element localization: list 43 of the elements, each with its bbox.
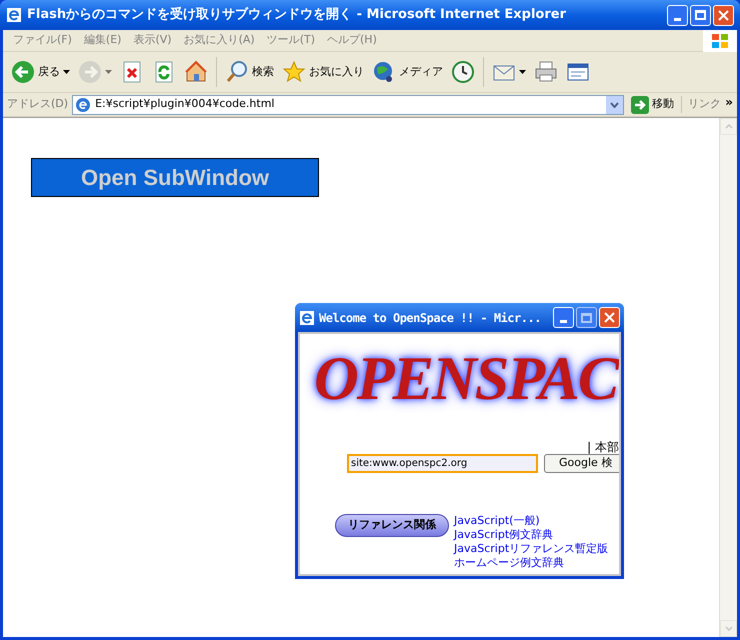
minimize-button[interactable] <box>553 307 574 328</box>
site-logo: OPENSPAC <box>314 348 618 410</box>
go-button[interactable]: 移動 <box>628 96 678 114</box>
open-subwindow-button[interactable]: Open SubWindow <box>31 158 319 197</box>
maximize-button[interactable] <box>690 4 711 26</box>
search-field[interactable]: site:www.openspc2.org <box>347 454 538 473</box>
search-button[interactable]: 検索 <box>223 56 276 88</box>
nav-text[interactable]: | 本部 <box>587 438 619 456</box>
browser-icon <box>6 7 22 23</box>
chevron-down-icon <box>724 626 732 631</box>
clock-icon <box>451 60 475 84</box>
links-label[interactable]: リンク <box>681 96 722 113</box>
window-title: Welcome to OpenSpace !! - Micr... <box>319 310 542 326</box>
chevron-down-icon <box>610 102 620 108</box>
printer-icon <box>534 60 558 84</box>
page-icon <box>75 96 92 112</box>
minimize-button[interactable] <box>667 4 688 26</box>
back-button[interactable]: 戻る <box>9 56 72 88</box>
dropdown-button[interactable] <box>606 96 624 114</box>
address-field[interactable]: E:¥script¥plugin¥004¥code.html <box>72 94 624 114</box>
link[interactable]: JavaScript例文辞典 <box>454 528 608 542</box>
media-button[interactable]: メディア <box>370 56 445 88</box>
close-button[interactable] <box>599 307 620 328</box>
browser-icon <box>299 310 315 326</box>
address-label: アドレス(D) <box>7 96 68 112</box>
more-chevron[interactable]: » <box>725 93 733 111</box>
maximize-button[interactable] <box>576 307 597 328</box>
link[interactable]: ホームページ例文辞典 <box>454 556 608 570</box>
home-icon <box>184 60 208 84</box>
google-search-button[interactable]: Google 検 <box>544 454 619 473</box>
star-icon <box>282 60 306 84</box>
windows-logo-icon <box>703 30 737 52</box>
close-button[interactable] <box>713 4 734 26</box>
reference-button[interactable]: リファレンス関係 <box>335 514 449 537</box>
favorites-button[interactable]: お気に入り <box>280 56 366 88</box>
close-icon <box>718 10 729 20</box>
arrow-right-icon <box>631 96 650 114</box>
link[interactable]: JavaScript(一般) <box>454 514 608 528</box>
window-title: Flashからのコマンドを受け取りサブウィンドウを開く - Microsoft Internet Explorer <box>27 6 567 24</box>
chevron-up-icon <box>724 124 732 129</box>
search-icon <box>225 60 249 84</box>
link[interactable]: JavaScriptリファレンス暫定版 <box>454 542 608 556</box>
close-icon <box>604 312 615 323</box>
